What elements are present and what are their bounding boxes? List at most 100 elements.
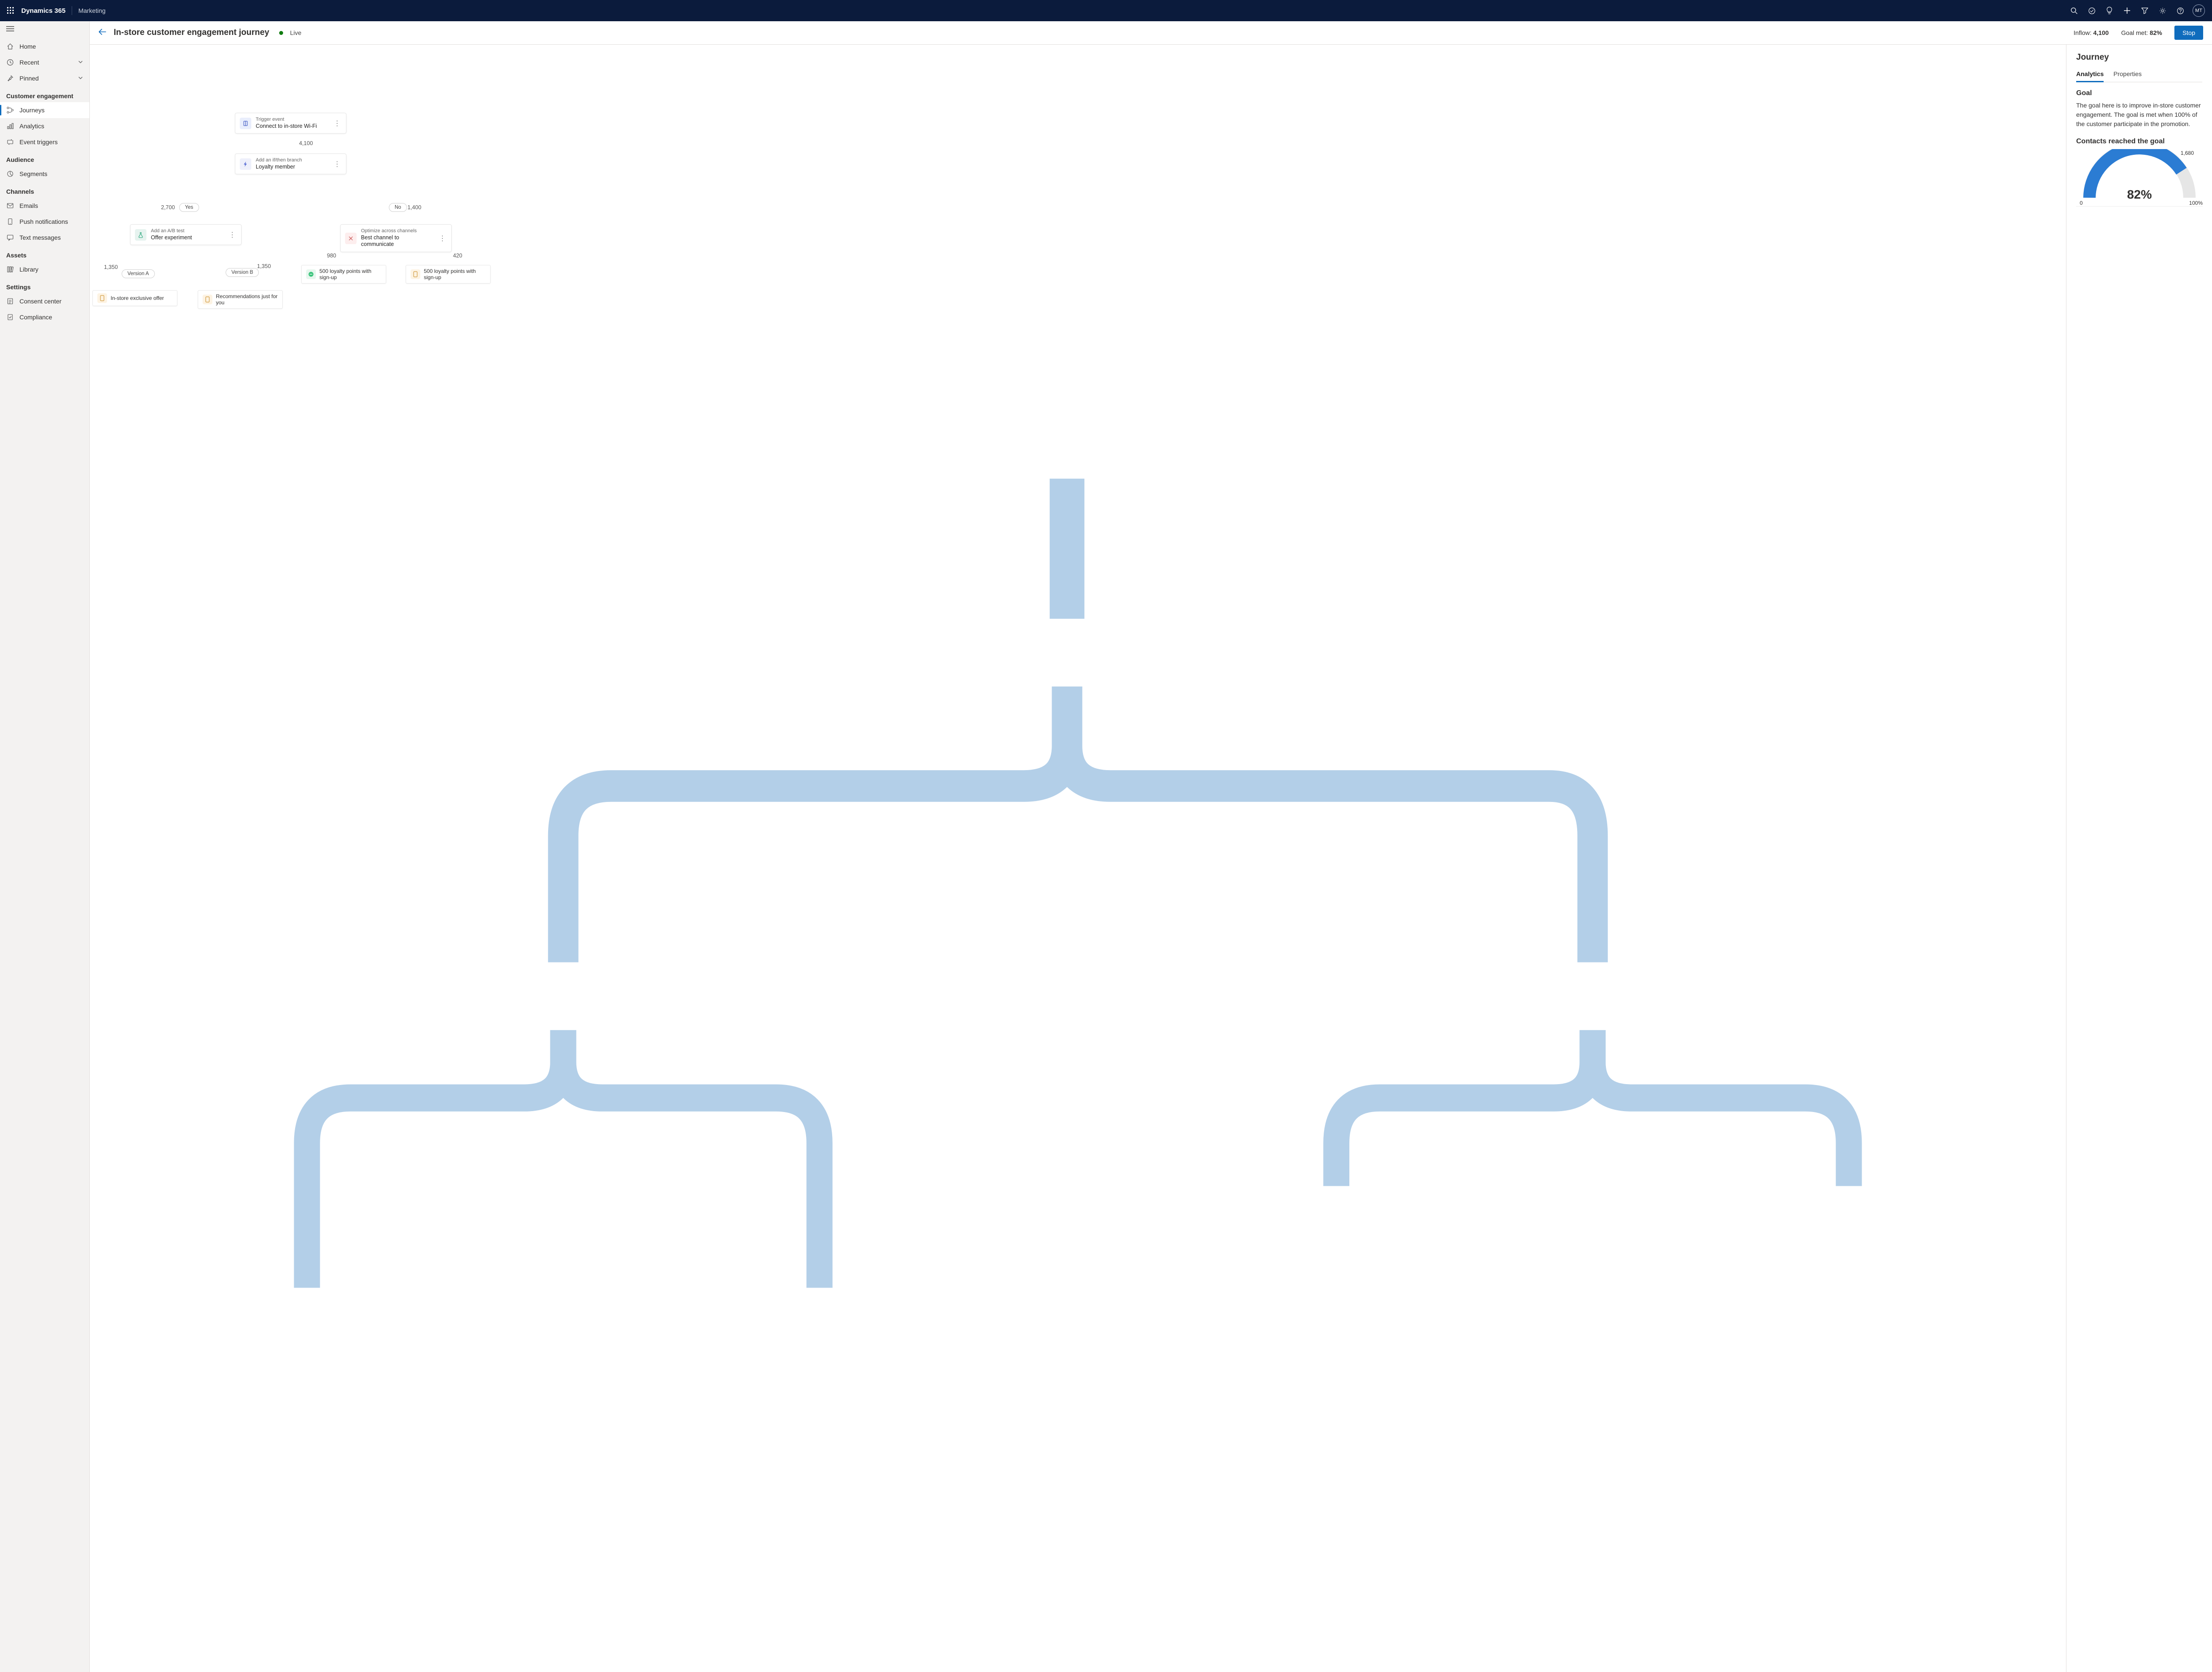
lightbulb-button[interactable] [2101,0,2118,21]
nav-analytics[interactable]: Analytics [0,118,89,134]
nav-segments[interactable]: Segments [0,166,89,182]
home-icon [6,42,14,50]
nav-journeys[interactable]: Journeys [0,102,89,118]
leaf-loyalty-sms[interactable]: 500 loyalty points with sign-up [301,265,386,284]
nav-push[interactable]: Push notifications [0,214,89,230]
task-button[interactable] [2083,0,2101,21]
card-title: Best channel to communicate [361,234,431,248]
help-button[interactable] [2171,0,2189,21]
yes-count: 2,700 [161,204,175,211]
lightbulb-icon [2106,7,2113,15]
analytics-icon [6,122,14,130]
leaf-loyalty-push[interactable]: 500 loyalty points with sign-up [406,265,491,284]
nav-label: Consent center [19,298,61,305]
gauge-percent: 82% [2076,188,2203,202]
nav-emails[interactable]: Emails [0,198,89,214]
status-label: Live [290,29,302,36]
card-title: Offer experiment [151,234,192,242]
nav-text[interactable]: Text messages [0,230,89,245]
gauge-min: 0 [2080,200,2083,206]
nav-recent[interactable]: Recent [0,54,89,70]
nav-label: Home [19,43,36,50]
nav-event-triggers[interactable]: Event triggers [0,134,89,150]
nav-label: Recent [19,59,39,66]
main: In-store customer engagement journey Liv… [90,21,2212,1672]
nav-label: Analytics [19,123,44,130]
page-title: In-store customer engagement journey [114,28,269,38]
search-icon [2070,7,2078,15]
leaf-recommendations[interactable]: Recommendations just for you [198,290,283,309]
trigger-icon [6,138,14,146]
leaf-label: In-store exclusive offer [111,295,164,301]
card-more-button[interactable]: ⋮ [330,119,342,128]
card-more-button[interactable]: ⋮ [435,234,447,243]
user-avatar[interactable]: MT [2193,4,2205,17]
ab-test-card[interactable]: Add an A/B test Offer experiment ⋮ [130,224,242,245]
version-a-pill: Version A [122,269,155,278]
compliance-icon [6,313,14,321]
goal-description: The goal here is to improve in-store cus… [2076,101,2202,129]
panel-tabs: Analytics Properties [2076,68,2202,82]
app-name[interactable]: Marketing [78,7,105,14]
gauge-max: 100% [2189,200,2203,206]
funnel-icon [2141,7,2148,14]
sidebar-toggle[interactable] [0,21,89,38]
consent-icon [6,297,14,305]
question-icon [2177,7,2184,15]
tab-properties[interactable]: Properties [2113,68,2142,82]
no-count: 1,400 [407,204,421,211]
card-label: Add an if/then branch [256,157,302,164]
opt-left-count: 980 [327,253,336,259]
card-more-button[interactable]: ⋮ [330,160,342,169]
nav-label: Emails [19,202,38,209]
contacts-heading: Contacts reached the goal [2076,138,2202,146]
nav-pinned[interactable]: Pinned [0,70,89,86]
push-icon [97,293,107,303]
back-button[interactable] [96,27,108,39]
leaf-label: 500 loyalty points with sign-up [424,268,486,280]
nav-compliance[interactable]: Compliance [0,309,89,325]
push-icon [203,295,212,304]
trigger-card[interactable]: Trigger event Connect to in-store Wi-Fi … [235,113,346,134]
task-check-icon [2088,7,2096,15]
nav-label: Text messages [19,234,61,241]
brand-name[interactable]: Dynamics 365 [21,7,65,15]
nav-consent[interactable]: Consent center [0,293,89,309]
inflow-stat: Inflow: 4,100 [2074,29,2108,36]
section-assets: Assets [0,245,89,261]
gauge-value-label: 1,680 [2181,150,2194,156]
journey-canvas[interactable]: Trigger event Connect to in-store Wi-Fi … [90,45,2066,1672]
email-icon [6,202,14,210]
gear-icon [2159,7,2166,15]
leaf-label: Recommendations just for you [216,293,278,306]
add-button[interactable] [2118,0,2136,21]
yes-pill: Yes [179,203,199,212]
filter-button[interactable] [2136,0,2154,21]
card-title: Loyalty member [256,164,302,171]
no-pill: No [389,203,407,212]
page-header: In-store customer engagement journey Liv… [90,21,2212,45]
leaf-label: 500 loyalty points with sign-up [319,268,381,280]
nav-library[interactable]: Library [0,261,89,277]
search-button[interactable] [2065,0,2083,21]
leaf-in-store-offer[interactable]: In-store exclusive offer [92,290,177,306]
version-a-count: 1,350 [104,264,118,270]
topbar: Dynamics 365 Marketing MT [0,0,2212,21]
right-panel: Journey Analytics Properties Goal The go… [2066,45,2212,1672]
arrow-left-icon [98,28,107,35]
flow-count: 4,100 [299,140,313,146]
ifthen-card[interactable]: Add an if/then branch Loyalty member ⋮ [235,153,346,174]
journey-icon [6,106,14,114]
app-launcher[interactable] [4,4,18,18]
card-more-button[interactable]: ⋮ [225,230,237,239]
goal-stat: Goal met: 82% [2121,29,2162,36]
section-settings: Settings [0,277,89,293]
stop-button[interactable]: Stop [2174,26,2203,40]
settings-button[interactable] [2154,0,2171,21]
opt-right-count: 420 [453,253,462,259]
optimize-card[interactable]: Optimize across channels Best channel to… [340,224,452,252]
nav-home[interactable]: Home [0,38,89,54]
hamburger-icon [6,26,14,32]
sidebar: Home Recent Pinned Customer engagement J… [0,21,90,1672]
tab-analytics[interactable]: Analytics [2076,68,2104,82]
